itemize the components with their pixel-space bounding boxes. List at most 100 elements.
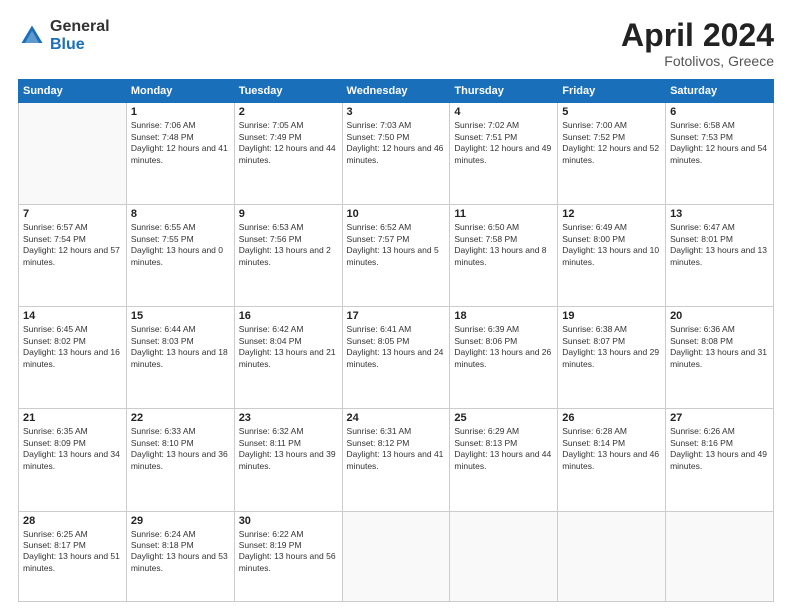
cell-0-4: 4 Sunrise: 7:02 AMSunset: 7:51 PMDaylight…: [450, 103, 558, 205]
cell-2-3: 17 Sunrise: 6:41 AMSunset: 8:05 PMDayligh…: [342, 307, 450, 409]
cell-1-0: 7Sunrise: 6:57 AMSunset: 7:54 PMDaylight…: [19, 205, 127, 307]
day-info-10: Sunrise: 6:52 AMSunset: 7:57 PMDaylight:…: [347, 222, 446, 268]
cell-1-3: 10 Sunrise: 6:52 AMSunset: 7:57 PMDayligh…: [342, 205, 450, 307]
cell-2-1: 15Sunrise: 6:44 AMSunset: 8:03 PMDayligh…: [126, 307, 234, 409]
day-info-22: Sunrise: 6:33 AMSunset: 8:10 PMDaylight:…: [131, 426, 230, 472]
day-number-26: 26: [562, 412, 661, 424]
cell-1-4: 11Sunrise: 6:50 AMSunset: 7:58 PMDayligh…: [450, 205, 558, 307]
day-number-24: 24: [347, 412, 446, 424]
header-friday: Friday: [558, 80, 666, 103]
day-info-2: Sunrise: 7:05 AMSunset: 7:49 PMDaylight:…: [239, 120, 338, 166]
cell-0-6: 6 Sunrise: 6:58 AMSunset: 7:53 PMDaylight…: [666, 103, 774, 205]
title-area: April 2024 Fotolivos, Greece: [621, 18, 774, 69]
day-number-12: 12: [562, 208, 661, 220]
page: General Blue April 2024 Fotolivos, Greec…: [0, 0, 792, 612]
day-number-9: 9: [239, 208, 338, 220]
day-info-23: Sunrise: 6:32 AMSunset: 8:11 PMDaylight:…: [239, 426, 338, 472]
day-info-17: Sunrise: 6:41 AMSunset: 8:05 PMDaylight:…: [347, 324, 446, 370]
day-number-13: 13: [670, 208, 769, 220]
day-info-18: Sunrise: 6:39 AMSunset: 8:06 PMDaylight:…: [454, 324, 553, 370]
weekday-header-row: Sunday Monday Tuesday Wednesday Thursday…: [19, 80, 774, 103]
cell-1-1: 8Sunrise: 6:55 AMSunset: 7:55 PMDaylight…: [126, 205, 234, 307]
cell-3-1: 22 Sunrise: 6:33 AMSunset: 8:10 PMDayligh…: [126, 409, 234, 511]
day-number-29: 29: [131, 515, 230, 527]
day-number-21: 21: [23, 412, 122, 424]
day-number-22: 22: [131, 412, 230, 424]
week-row-4: 21 Sunrise: 6:35 AMSunset: 8:09 PMDayligh…: [19, 409, 774, 511]
day-number-28: 28: [23, 515, 122, 527]
day-number-17: 17: [347, 310, 446, 322]
day-info-27: Sunrise: 6:26 AMSunset: 8:16 PMDaylight:…: [670, 426, 769, 472]
day-info-16: Sunrise: 6:42 AMSunset: 8:04 PMDaylight:…: [239, 324, 338, 370]
header-monday: Monday: [126, 80, 234, 103]
day-info-14: Sunrise: 6:45 AMSunset: 8:02 PMDaylight:…: [23, 324, 122, 370]
cell-4-2: 30Sunrise: 6:22 AMSunset: 8:19 PMDayligh…: [234, 511, 342, 602]
day-info-6: Sunrise: 6:58 AMSunset: 7:53 PMDaylight:…: [670, 120, 769, 166]
week-row-3: 14 Sunrise: 6:45 AMSunset: 8:02 PMDayligh…: [19, 307, 774, 409]
cell-0-5: 5Sunrise: 7:00 AMSunset: 7:52 PMDaylight…: [558, 103, 666, 205]
day-info-11: Sunrise: 6:50 AMSunset: 7:58 PMDaylight:…: [454, 222, 553, 268]
day-number-20: 20: [670, 310, 769, 322]
logo-blue: Blue: [50, 36, 110, 54]
cell-1-6: 13 Sunrise: 6:47 AMSunset: 8:01 PMDayligh…: [666, 205, 774, 307]
day-number-8: 8: [131, 208, 230, 220]
logo-text: General Blue: [50, 18, 110, 53]
week-row-2: 7Sunrise: 6:57 AMSunset: 7:54 PMDaylight…: [19, 205, 774, 307]
header-tuesday: Tuesday: [234, 80, 342, 103]
cell-2-5: 19Sunrise: 6:38 AMSunset: 8:07 PMDayligh…: [558, 307, 666, 409]
logo: General Blue: [18, 18, 110, 53]
day-info-9: Sunrise: 6:53 AMSunset: 7:56 PMDaylight:…: [239, 222, 338, 268]
cell-2-2: 16 Sunrise: 6:42 AMSunset: 8:04 PMDayligh…: [234, 307, 342, 409]
cell-2-6: 20Sunrise: 6:36 AMSunset: 8:08 PMDayligh…: [666, 307, 774, 409]
day-info-4: Sunrise: 7:02 AMSunset: 7:51 PMDaylight:…: [454, 120, 553, 166]
day-number-16: 16: [239, 310, 338, 322]
cell-3-5: 26 Sunrise: 6:28 AMSunset: 8:14 PMDayligh…: [558, 409, 666, 511]
header-thursday: Thursday: [450, 80, 558, 103]
header-wednesday: Wednesday: [342, 80, 450, 103]
day-number-14: 14: [23, 310, 122, 322]
day-number-25: 25: [454, 412, 553, 424]
location: Fotolivos, Greece: [621, 53, 774, 69]
day-number-18: 18: [454, 310, 553, 322]
cell-3-6: 27 Sunrise: 6:26 AMSunset: 8:16 PMDayligh…: [666, 409, 774, 511]
week-row-5: 28 Sunrise: 6:25 AMSunset: 8:17 PMDayligh…: [19, 511, 774, 602]
header-saturday: Saturday: [666, 80, 774, 103]
day-info-30: Sunrise: 6:22 AMSunset: 8:19 PMDaylight:…: [239, 529, 338, 575]
day-info-24: Sunrise: 6:31 AMSunset: 8:12 PMDaylight:…: [347, 426, 446, 472]
logo-general: General: [50, 18, 110, 36]
cell-4-1: 29 Sunrise: 6:24 AMSunset: 8:18 PMDayligh…: [126, 511, 234, 602]
day-number-3: 3: [347, 106, 446, 118]
day-number-2: 2: [239, 106, 338, 118]
cell-1-5: 12Sunrise: 6:49 AMSunset: 8:00 PMDayligh…: [558, 205, 666, 307]
month-title: April 2024: [621, 18, 774, 53]
day-info-7: Sunrise: 6:57 AMSunset: 7:54 PMDaylight:…: [23, 222, 122, 268]
cell-4-0: 28 Sunrise: 6:25 AMSunset: 8:17 PMDayligh…: [19, 511, 127, 602]
day-number-10: 10: [347, 208, 446, 220]
cell-4-5: [558, 511, 666, 602]
cell-4-4: [450, 511, 558, 602]
day-info-26: Sunrise: 6:28 AMSunset: 8:14 PMDaylight:…: [562, 426, 661, 472]
day-info-28: Sunrise: 6:25 AMSunset: 8:17 PMDaylight:…: [23, 529, 122, 575]
cell-0-0: [19, 103, 127, 205]
cell-3-4: 25 Sunrise: 6:29 AMSunset: 8:13 PMDayligh…: [450, 409, 558, 511]
logo-icon: [18, 22, 46, 50]
week-row-1: 1 Sunrise: 7:06 AMSunset: 7:48 PMDaylight…: [19, 103, 774, 205]
cell-1-2: 9 Sunrise: 6:53 AMSunset: 7:56 PMDaylight…: [234, 205, 342, 307]
day-info-25: Sunrise: 6:29 AMSunset: 8:13 PMDaylight:…: [454, 426, 553, 472]
day-info-13: Sunrise: 6:47 AMSunset: 8:01 PMDaylight:…: [670, 222, 769, 268]
cell-0-1: 1 Sunrise: 7:06 AMSunset: 7:48 PMDaylight…: [126, 103, 234, 205]
cell-0-2: 2 Sunrise: 7:05 AMSunset: 7:49 PMDaylight…: [234, 103, 342, 205]
day-number-1: 1: [131, 106, 230, 118]
cell-0-3: 3Sunrise: 7:03 AMSunset: 7:50 PMDaylight…: [342, 103, 450, 205]
cell-4-6: [666, 511, 774, 602]
header-sunday: Sunday: [19, 80, 127, 103]
calendar-table: Sunday Monday Tuesday Wednesday Thursday…: [18, 79, 774, 602]
day-number-6: 6: [670, 106, 769, 118]
day-info-29: Sunrise: 6:24 AMSunset: 8:18 PMDaylight:…: [131, 529, 230, 575]
cell-2-0: 14 Sunrise: 6:45 AMSunset: 8:02 PMDayligh…: [19, 307, 127, 409]
cell-3-0: 21 Sunrise: 6:35 AMSunset: 8:09 PMDayligh…: [19, 409, 127, 511]
day-info-1: Sunrise: 7:06 AMSunset: 7:48 PMDaylight:…: [131, 120, 230, 166]
day-number-4: 4: [454, 106, 553, 118]
day-info-21: Sunrise: 6:35 AMSunset: 8:09 PMDaylight:…: [23, 426, 122, 472]
day-number-27: 27: [670, 412, 769, 424]
